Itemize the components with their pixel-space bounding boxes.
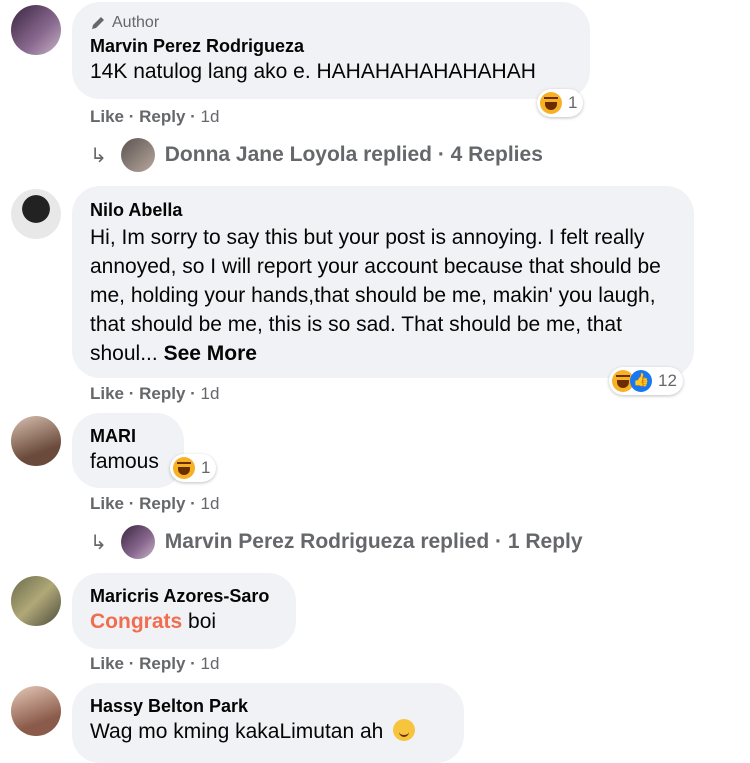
comment-bubble: Hassy Belton Park Wag mo kming kakaLimut… — [72, 683, 464, 763]
comment-author-name[interactable]: Maricris Azores-Saro — [90, 586, 278, 607]
timestamp[interactable]: 1d — [201, 384, 220, 403]
comment-text: Congrats boi — [90, 610, 217, 633]
comment-author-name[interactable]: Nilo Abella — [90, 200, 676, 221]
highlighted-word: Congrats — [90, 610, 183, 633]
like-link[interactable]: Like — [90, 494, 124, 513]
view-replies-link[interactable]: ↳ Marvin Perez Rodrigueza replied · 1 Re… — [90, 525, 583, 559]
reaction-summary[interactable]: 1 — [537, 89, 584, 117]
comment-author-name[interactable]: MARI — [90, 426, 166, 447]
comment-bubble: Nilo Abella Hi, Im sorry to say this but… — [72, 186, 694, 378]
comment-author-name[interactable]: Hassy Belton Park — [90, 696, 446, 717]
smile-emoji-icon — [393, 719, 416, 741]
timestamp[interactable]: 1d — [201, 494, 220, 513]
reply-link[interactable]: Reply — [139, 384, 185, 403]
like-link[interactable]: Like — [90, 654, 124, 673]
comment-text: famous — [90, 450, 159, 473]
reply-link[interactable]: Reply — [139, 494, 185, 513]
avatar — [120, 525, 155, 559]
see-more-link[interactable]: See More — [164, 342, 257, 365]
comment-bubble: Maricris Azores-Saro Congrats boi — [72, 573, 296, 649]
comment-bubble: Author Marvin Perez Rodrigueza 14K natul… — [72, 2, 590, 99]
haha-reaction-icon — [173, 457, 195, 479]
reply-arrow-icon: ↳ — [90, 531, 107, 554]
reply-arrow-icon: ↳ — [90, 144, 107, 167]
comment-actions: Like · Reply · 1d — [90, 654, 220, 673]
reply-link[interactable]: Reply — [139, 107, 185, 126]
avatar[interactable] — [11, 576, 61, 626]
comment-actions: Like · Reply · 1d — [90, 107, 220, 126]
haha-reaction-icon — [540, 92, 562, 114]
reply-link[interactable]: Reply — [139, 654, 185, 673]
timestamp[interactable]: 1d — [201, 654, 220, 673]
like-link[interactable]: Like — [90, 384, 124, 403]
avatar — [120, 138, 155, 172]
pencil-icon — [92, 17, 104, 29]
comment-text: Wag mo kming kakaLimutan ah — [90, 717, 446, 746]
view-replies-link[interactable]: ↳ Donna Jane Loyola replied · 4 Replies — [90, 138, 543, 172]
comment-actions: Like · Reply · 1d — [90, 384, 220, 403]
comment-text: Hi, Im sorry to say this but your post i… — [90, 226, 661, 365]
author-badge: Author — [90, 14, 572, 32]
comment-actions: Like · Reply · 1d — [90, 494, 220, 513]
comment-author-name[interactable]: Marvin Perez Rodrigueza — [90, 36, 572, 57]
avatar[interactable] — [11, 5, 61, 55]
timestamp[interactable]: 1d — [201, 107, 220, 126]
avatar[interactable] — [11, 416, 61, 466]
avatar[interactable] — [11, 686, 61, 736]
reaction-summary[interactable]: 12 — [609, 367, 683, 395]
comment-bubble: MARI famous — [72, 413, 184, 488]
avatar[interactable] — [11, 189, 61, 239]
like-link[interactable]: Like — [90, 107, 124, 126]
comment-text: 14K natulog lang ako e. HAHAHAHAHAHAHAH — [90, 60, 536, 83]
reaction-summary[interactable]: 1 — [170, 454, 217, 482]
like-reaction-icon — [630, 370, 652, 392]
